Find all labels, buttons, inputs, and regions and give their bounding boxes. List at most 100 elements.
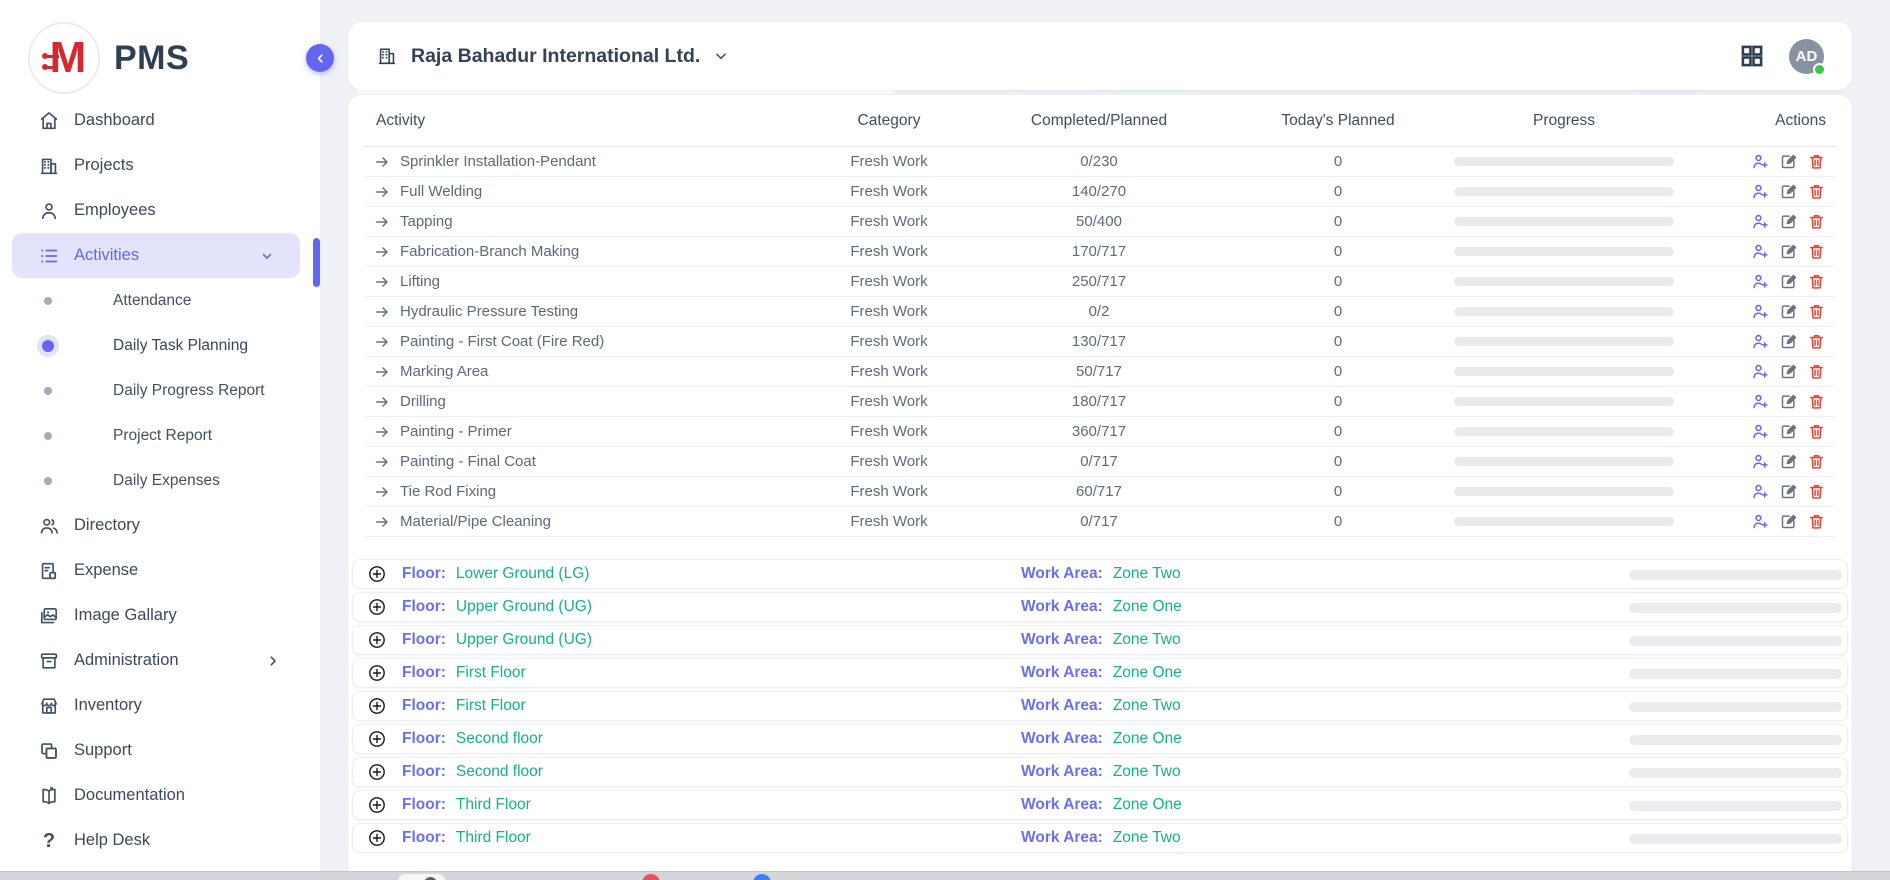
delete-icon[interactable] xyxy=(1807,482,1826,501)
assign-user-icon[interactable] xyxy=(1751,332,1770,351)
edit-icon[interactable] xyxy=(1779,302,1798,321)
table-header: Activity Category Completed/Planned Toda… xyxy=(364,95,1836,147)
floor-label: Floor: xyxy=(402,730,446,748)
sidebar-subitem-daily-expenses[interactable]: Daily Expenses xyxy=(0,458,320,503)
delete-icon[interactable] xyxy=(1807,182,1826,201)
assign-user-icon[interactable] xyxy=(1751,392,1770,411)
assign-user-icon[interactable] xyxy=(1751,452,1770,471)
assign-user-icon[interactable] xyxy=(1751,512,1770,531)
table-row: Lifting Fresh Work 250/717 0 xyxy=(364,267,1836,297)
floor-label: Floor: xyxy=(402,565,446,583)
edit-icon[interactable] xyxy=(1779,332,1798,351)
edit-icon[interactable] xyxy=(1779,152,1798,171)
sidebar-item-activities[interactable]: Activities xyxy=(12,233,300,278)
building-icon xyxy=(38,155,60,177)
expand-plus-icon[interactable] xyxy=(367,564,387,584)
delete-icon[interactable] xyxy=(1807,302,1826,321)
delete-icon[interactable] xyxy=(1807,212,1826,231)
delete-icon[interactable] xyxy=(1807,272,1826,291)
activity-category: Fresh Work xyxy=(804,363,974,380)
expand-plus-icon[interactable] xyxy=(367,696,387,716)
sidebar-item-expense[interactable]: Expense xyxy=(0,548,320,593)
edit-icon[interactable] xyxy=(1779,362,1798,381)
activity-category: Fresh Work xyxy=(804,183,974,200)
assign-user-icon[interactable] xyxy=(1751,242,1770,261)
delete-icon[interactable] xyxy=(1807,362,1826,381)
edit-icon[interactable] xyxy=(1779,182,1798,201)
assign-user-icon[interactable] xyxy=(1751,422,1770,441)
activity-name: Marking Area xyxy=(400,363,488,380)
sidebar-subitem-project-report[interactable]: Project Report xyxy=(0,413,320,458)
delete-icon[interactable] xyxy=(1807,422,1826,441)
edit-icon[interactable] xyxy=(1779,212,1798,231)
sidebar-item-help-desk[interactable]: ? Help Desk xyxy=(0,818,320,863)
expand-plus-icon[interactable] xyxy=(367,729,387,749)
sidebar-item-employees[interactable]: Employees xyxy=(0,188,320,233)
assign-user-icon[interactable] xyxy=(1751,272,1770,291)
active-menu-indicator xyxy=(313,238,320,287)
floor-progress-bar xyxy=(1629,834,1842,844)
assign-user-icon[interactable] xyxy=(1751,482,1770,501)
sidebar-item-projects[interactable]: Projects xyxy=(0,143,320,188)
floor-row: Floor: Lower Ground (LG) Work Area: Zone… xyxy=(352,559,1848,589)
delete-icon[interactable] xyxy=(1807,152,1826,171)
expand-plus-icon[interactable] xyxy=(367,828,387,848)
sidebar-subitem-daily-task-planning[interactable]: Daily Task Planning xyxy=(0,323,320,368)
sidebar-item-image-gallary[interactable]: Image Gallary xyxy=(0,593,320,638)
sidebar-collapse-button[interactable] xyxy=(306,44,334,72)
delete-icon[interactable] xyxy=(1807,452,1826,471)
sidebar-item-documentation[interactable]: Documentation xyxy=(0,773,320,818)
work-area-label: Work Area: xyxy=(1021,565,1103,583)
expand-plus-icon[interactable] xyxy=(367,663,387,683)
delete-icon[interactable] xyxy=(1807,332,1826,351)
assign-user-icon[interactable] xyxy=(1751,152,1770,171)
assign-user-icon[interactable] xyxy=(1751,212,1770,231)
sidebar-subitem-label: Daily Task Planning xyxy=(0,337,248,355)
delete-icon[interactable] xyxy=(1807,392,1826,411)
sidebar-item-administration[interactable]: Administration xyxy=(0,638,320,683)
edit-icon[interactable] xyxy=(1779,392,1798,411)
floor-progress-bar xyxy=(1629,768,1842,778)
completed-planned-value: 180/717 xyxy=(974,393,1224,410)
table-row: Marking Area Fresh Work 50/717 0 xyxy=(364,357,1836,387)
expand-plus-icon[interactable] xyxy=(367,630,387,650)
company-selector[interactable]: Raja Bahadur International Ltd. xyxy=(376,45,729,68)
sidebar-subitem-daily-progress-report[interactable]: Daily Progress Report xyxy=(0,368,320,413)
edit-icon[interactable] xyxy=(1779,242,1798,261)
expand-plus-icon[interactable] xyxy=(367,795,387,815)
edit-icon[interactable] xyxy=(1779,482,1798,501)
sidebar-subitem-attendance[interactable]: Attendance xyxy=(0,278,320,323)
assign-user-icon[interactable] xyxy=(1751,182,1770,201)
work-area-label: Work Area: xyxy=(1021,598,1103,616)
progress-bar xyxy=(1452,457,1676,466)
assign-user-icon[interactable] xyxy=(1751,362,1770,381)
work-area-value: Zone Two xyxy=(1113,829,1181,847)
edit-icon[interactable] xyxy=(1779,422,1798,441)
user-avatar[interactable]: AD xyxy=(1789,39,1824,74)
sidebar-item-label: Help Desk xyxy=(74,831,150,850)
edit-icon[interactable] xyxy=(1779,272,1798,291)
completed-planned-value: 50/717 xyxy=(974,363,1224,380)
sidebar-item-directory[interactable]: Directory xyxy=(0,503,320,548)
delete-icon[interactable] xyxy=(1807,242,1826,261)
completed-planned-value: 0/2 xyxy=(974,303,1224,320)
assign-user-icon[interactable] xyxy=(1751,302,1770,321)
progress-bar xyxy=(1452,427,1676,436)
work-area-label: Work Area: xyxy=(1021,829,1103,847)
edit-icon[interactable] xyxy=(1779,512,1798,531)
todays-planned-value: 0 xyxy=(1224,513,1452,530)
sidebar-item-label: Expense xyxy=(74,561,138,580)
sidebar-item-dashboard[interactable]: Dashboard xyxy=(0,98,320,143)
progress-bar xyxy=(1452,187,1676,196)
expand-plus-icon[interactable] xyxy=(367,762,387,782)
activity-name: Painting - Final Coat xyxy=(400,453,536,470)
edit-icon[interactable] xyxy=(1779,452,1798,471)
apps-grid-icon[interactable] xyxy=(1739,43,1765,69)
sidebar-item-support[interactable]: Support xyxy=(0,728,320,773)
activity-category: Fresh Work xyxy=(804,333,974,350)
expand-plus-icon[interactable] xyxy=(367,597,387,617)
delete-icon[interactable] xyxy=(1807,512,1826,531)
sidebar-item-inventory[interactable]: Inventory xyxy=(0,683,320,728)
floor-value: Second floor xyxy=(456,730,543,748)
floor-label: Floor: xyxy=(402,697,446,715)
